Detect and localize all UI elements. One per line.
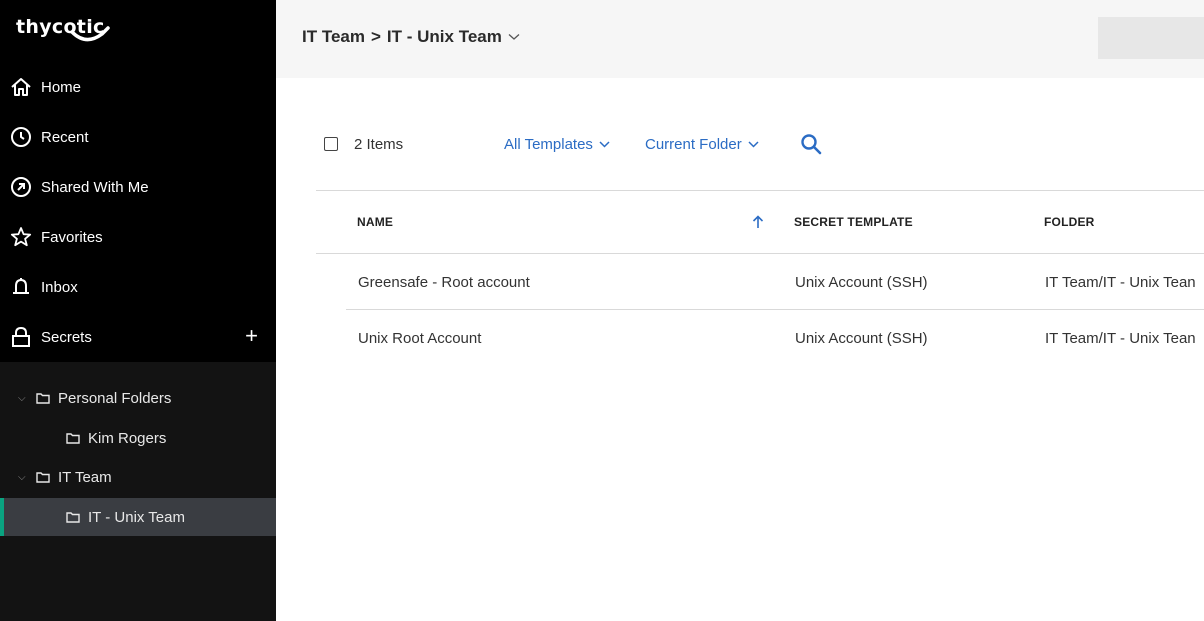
nav-favorites-label: Favorites [41,228,103,246]
tree-item-label: IT Team [58,468,112,486]
folder-tree: ⌵ Personal Folders Kim Rogers ⌵ IT Team … [0,362,276,621]
nav-inbox-label: Inbox [41,278,78,296]
template-filter-label: All Templates [504,136,593,153]
table-header: NAME SECRET TEMPLATE FOLDER [316,190,1204,254]
tree-item-personal-folders[interactable]: ⌵ Personal Folders [0,379,276,417]
shared-icon [10,176,32,198]
cell-folder: IT Team/IT - Unix Tean [1045,274,1196,291]
clock-icon [10,126,32,148]
sort-ascending-icon[interactable] [752,215,764,229]
breadcrumb-item-current[interactable]: IT - Unix Team [387,27,502,47]
cell-name[interactable]: Unix Root Account [358,330,481,347]
nav-home[interactable]: Home [0,62,276,112]
toolbar: 2 Items All Templates Current Folder [276,120,1204,170]
header-search-box[interactable] [1098,17,1204,59]
folder-scope-label: Current Folder [645,136,742,153]
secrets-table: NAME SECRET TEMPLATE FOLDER Greensafe - … [316,190,1204,366]
bell-icon [10,276,32,298]
table-row[interactable]: Greensafe - Root account Unix Account (S… [316,254,1204,310]
column-header-folder[interactable]: FOLDER [1044,215,1095,229]
nav-inbox[interactable]: Inbox [0,262,276,312]
lock-icon [10,326,32,348]
add-secret-button[interactable]: + [245,325,258,347]
tree-item-label: Personal Folders [58,389,172,407]
nav-recent[interactable]: Recent [0,112,276,162]
home-icon [10,76,32,98]
star-icon [10,226,32,248]
breadcrumb: IT Team > IT - Unix Team [302,27,520,47]
column-header-secret-template[interactable]: SECRET TEMPLATE [794,215,913,229]
cell-name[interactable]: Greensafe - Root account [358,274,530,291]
header: IT Team > IT - Unix Team [276,0,1204,78]
sidebar: thycotic Home Recent Shared With Me Favo… [0,0,276,621]
tree-item-label: IT - Unix Team [88,508,185,526]
breadcrumb-item-it-team[interactable]: IT Team [302,27,365,47]
tree-item-kim-rogers[interactable]: Kim Rogers [0,419,276,457]
folder-icon [36,392,50,404]
breadcrumb-separator: > [370,27,381,46]
folder-icon [66,511,80,523]
chevron-down-icon [599,141,610,148]
folder-icon [36,471,50,483]
tree-item-it-unix-team[interactable]: IT - Unix Team [0,498,276,536]
search-button[interactable] [800,133,822,160]
nav-recent-label: Recent [41,128,89,146]
cell-folder: IT Team/IT - Unix Tean [1045,330,1196,347]
chevron-down-icon[interactable] [508,33,520,41]
item-count: 2 Items [354,136,404,153]
nav-shared-label: Shared With Me [41,178,149,196]
search-icon [801,134,822,155]
chevron-down-icon[interactable]: ⌵ [18,472,28,483]
chevron-down-icon[interactable]: ⌵ [18,393,28,404]
select-all-checkbox[interactable] [324,137,338,151]
cell-template: Unix Account (SSH) [795,274,928,291]
tree-item-label: Kim Rogers [88,429,167,447]
chevron-down-icon [748,141,759,148]
folder-icon [66,432,80,444]
nav-favorites[interactable]: Favorites [0,212,276,262]
logo-swoosh-icon [70,26,110,42]
nav-shared-with-me[interactable]: Shared With Me [0,162,276,212]
folder-scope-dropdown[interactable]: Current Folder [645,136,759,153]
nav-home-label: Home [41,78,82,96]
nav-secrets-label: Secrets [41,328,92,346]
cell-template: Unix Account (SSH) [795,330,928,347]
column-header-name[interactable]: NAME [357,215,393,229]
nav-secrets[interactable]: Secrets + [0,312,276,362]
table-row[interactable]: Unix Root Account Unix Account (SSH) IT … [316,310,1204,366]
template-filter-dropdown[interactable]: All Templates [504,136,610,153]
tree-item-it-team[interactable]: ⌵ IT Team [0,458,276,496]
